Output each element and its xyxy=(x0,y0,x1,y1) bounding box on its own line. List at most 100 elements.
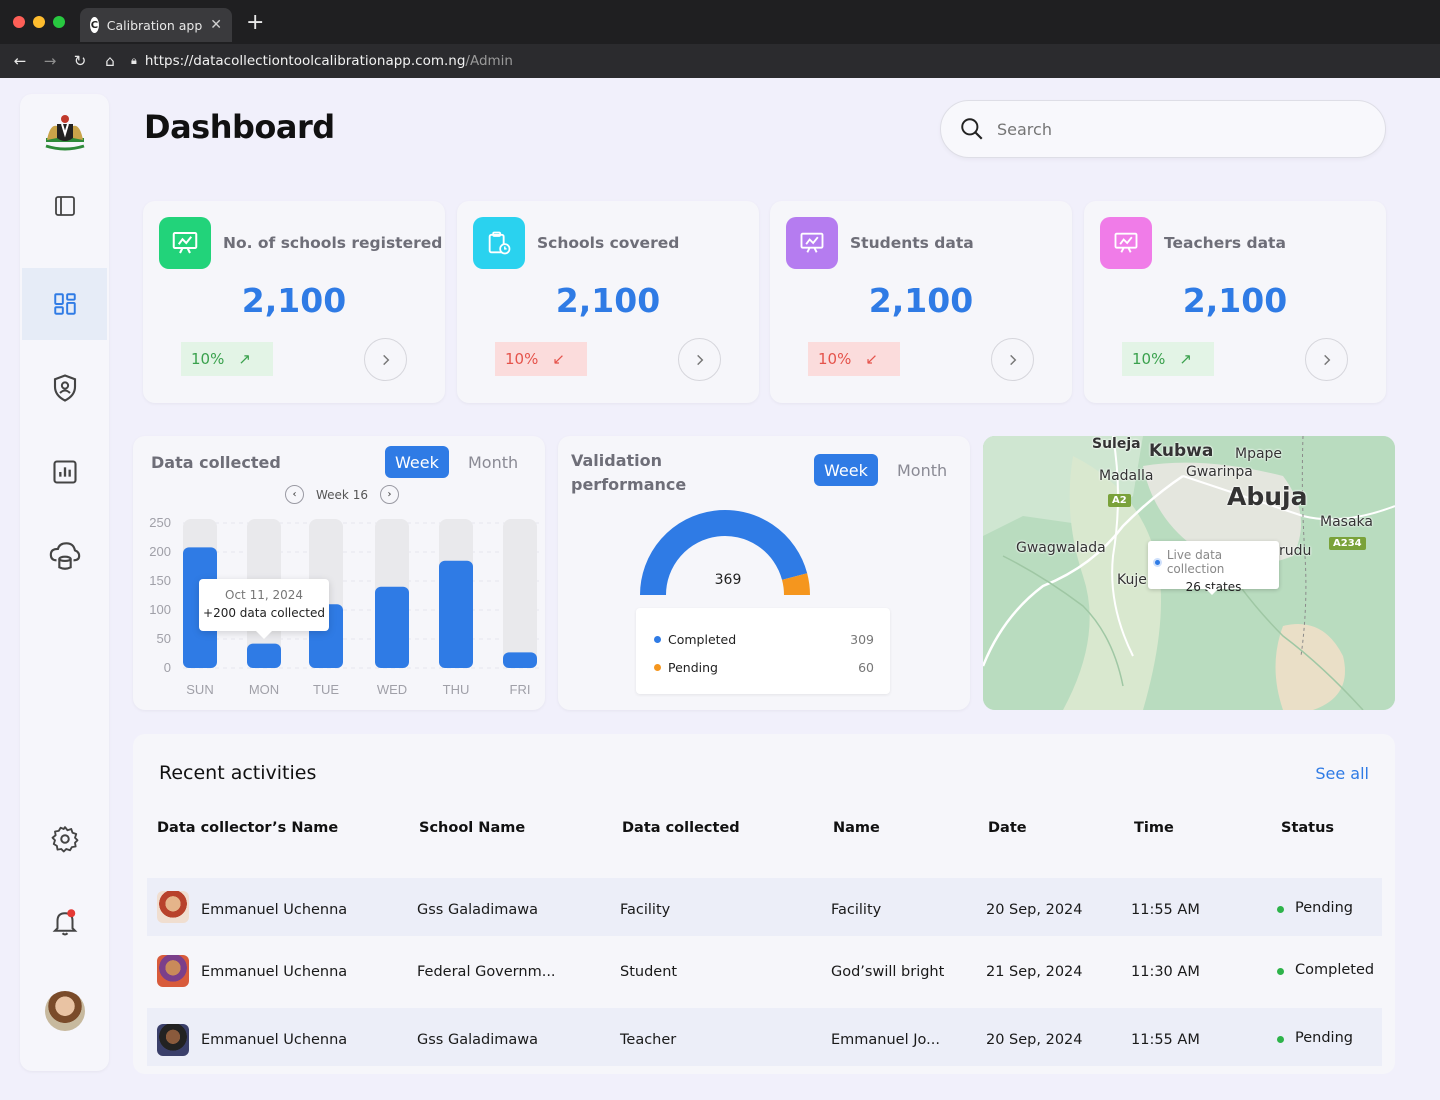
bar-tooltip: Oct 11, 2024 +200 data collected xyxy=(199,579,329,639)
validation-title-line1: Validation xyxy=(571,451,663,470)
next-week-button[interactable]: › xyxy=(379,485,399,504)
browser-tab[interactable]: C Calibration app ✕ xyxy=(80,8,232,42)
y-tick-label: 0 xyxy=(164,660,171,675)
stat-card-schools-covered: Schools covered 2,100 10% ↙ xyxy=(457,201,759,403)
page-title: Dashboard xyxy=(144,108,335,146)
tooltip-date: Oct 11, 2024 xyxy=(225,588,303,602)
open-details-button[interactable] xyxy=(991,338,1034,381)
table-row[interactable]: Emmanuel Uchenna Gss Galadimawa Teacher … xyxy=(147,1008,1382,1066)
trend-percent: 10% xyxy=(818,350,852,368)
live-dot-icon xyxy=(1153,557,1162,567)
sidebar-panel-icon xyxy=(54,196,75,216)
status-dot-icon xyxy=(1277,968,1284,975)
open-details-button[interactable] xyxy=(364,338,407,381)
map-tooltip-title: Live data collection xyxy=(1166,548,1225,576)
tab-week[interactable]: Week xyxy=(385,446,449,478)
trend-percent: 10% xyxy=(1132,350,1166,368)
y-tick-label: 50 xyxy=(157,631,171,646)
col-header-data: Data collected xyxy=(622,820,740,836)
reload-icon[interactable]: ↻ xyxy=(65,52,95,70)
completed-dot-icon xyxy=(654,636,661,643)
tab-title: Calibration app xyxy=(106,17,203,33)
home-icon[interactable]: ⌂ xyxy=(95,52,125,70)
chevron-right-icon xyxy=(1323,354,1330,365)
trend-badge: 10% ↙ xyxy=(495,342,587,376)
stat-title: Teachers data xyxy=(1164,234,1286,252)
table-row[interactable]: Emmanuel Uchenna Gss Galadimawa Facility… xyxy=(147,878,1382,936)
avatar xyxy=(157,955,189,987)
arrow-down-left-icon: ↙ xyxy=(552,350,565,368)
search-bar[interactable] xyxy=(940,100,1386,158)
notification-bell-icon xyxy=(52,909,77,936)
cell-date: 21 Sep, 2024 xyxy=(986,964,1083,980)
col-header-school: School Name xyxy=(419,820,526,836)
sidebar-item-settings[interactable] xyxy=(22,803,107,875)
status-dot-icon xyxy=(1277,1036,1284,1043)
browser-tab-strip: C Calibration app ✕ + xyxy=(0,0,1440,44)
cell-name: Emmanuel Jo... xyxy=(831,1032,940,1048)
stat-card-schools-registered: No. of schools registered 2,100 10% ↗ xyxy=(143,201,445,403)
search-input[interactable] xyxy=(997,119,1357,139)
bar-chart-icon xyxy=(52,460,77,484)
sidebar-item-dashboard[interactable] xyxy=(22,268,107,340)
x-tick-label: TUE xyxy=(313,682,339,697)
x-tick-label: FRI xyxy=(510,682,531,697)
trend-percent: 10% xyxy=(191,350,225,368)
stat-value: 2,100 xyxy=(868,281,974,320)
sidebar-item-notifications[interactable] xyxy=(22,886,107,958)
y-tick-label: 200 xyxy=(149,544,171,559)
pending-value: 60 xyxy=(858,660,874,675)
forward-icon[interactable]: → xyxy=(35,52,65,70)
tab-week[interactable]: Week xyxy=(814,454,878,486)
new-tab-icon[interactable]: + xyxy=(246,10,264,35)
map-label-abuja: Abuja xyxy=(1227,482,1308,511)
open-details-button[interactable] xyxy=(678,338,721,381)
url-host: https://datacollectiontoolcalibrationapp… xyxy=(144,53,466,69)
sidebar-item-sidebar-toggle[interactable] xyxy=(22,170,107,242)
sidebar-item-reports[interactable] xyxy=(22,436,107,508)
sidebar xyxy=(20,94,109,1071)
cell-data: Facility xyxy=(620,902,671,918)
address-bar[interactable]: 🔒︎ https://datacollectiontoolcalibration… xyxy=(131,53,513,69)
tab-month[interactable]: Month xyxy=(468,446,518,478)
avatar[interactable] xyxy=(45,991,85,1031)
stat-title: Students data xyxy=(850,234,974,252)
prev-week-button[interactable]: ‹ xyxy=(285,485,304,504)
status-badge: Completed xyxy=(1295,962,1375,978)
cell-data: Teacher xyxy=(620,1032,677,1048)
cell-time: 11:55 AM xyxy=(1131,902,1200,918)
arrow-up-right-icon: ↗ xyxy=(238,350,251,368)
road-tag-a2: A2 xyxy=(1108,494,1131,507)
minimize-window-button[interactable] xyxy=(33,16,45,28)
status-dot-icon xyxy=(1277,906,1284,913)
close-tab-icon[interactable]: ✕ xyxy=(210,17,222,33)
stat-card-teachers-data: Teachers data 2,100 10% ↗ xyxy=(1084,201,1386,403)
validation-title: Validation performance xyxy=(571,449,686,497)
stat-value: 2,100 xyxy=(241,281,347,320)
see-all-link[interactable]: See all xyxy=(1315,764,1369,783)
cell-time: 11:55 AM xyxy=(1131,1032,1200,1048)
stat-title: Schools covered xyxy=(537,234,680,252)
lock-icon: 🔒︎ xyxy=(131,54,137,67)
y-tick-label: 100 xyxy=(149,602,171,617)
map-label-mpape: Mpape xyxy=(1235,446,1283,462)
gear-icon xyxy=(51,826,78,853)
col-header-date: Date xyxy=(988,820,1027,836)
tab-month[interactable]: Month xyxy=(897,454,947,486)
col-header-time: Time xyxy=(1134,820,1174,836)
table-row[interactable]: Emmanuel Uchenna Federal Governm... Stud… xyxy=(147,940,1382,998)
open-details-button[interactable] xyxy=(1305,338,1348,381)
sidebar-item-data[interactable] xyxy=(22,520,107,592)
favicon-icon: C xyxy=(90,17,99,33)
presentation-chart-icon xyxy=(786,217,838,269)
cell-name: Facility xyxy=(831,902,882,918)
recent-activities-title: Recent activities xyxy=(159,762,317,784)
close-window-button[interactable] xyxy=(13,16,25,28)
col-header-collector: Data collector’s Name xyxy=(157,820,339,836)
back-icon[interactable]: ← xyxy=(5,52,35,70)
presentation-chart-icon xyxy=(159,217,211,269)
status-badge: Pending xyxy=(1295,900,1353,916)
sidebar-item-users[interactable] xyxy=(22,352,107,424)
maximize-window-button[interactable] xyxy=(53,16,65,28)
map-label-suleja: Suleja xyxy=(1092,436,1141,452)
